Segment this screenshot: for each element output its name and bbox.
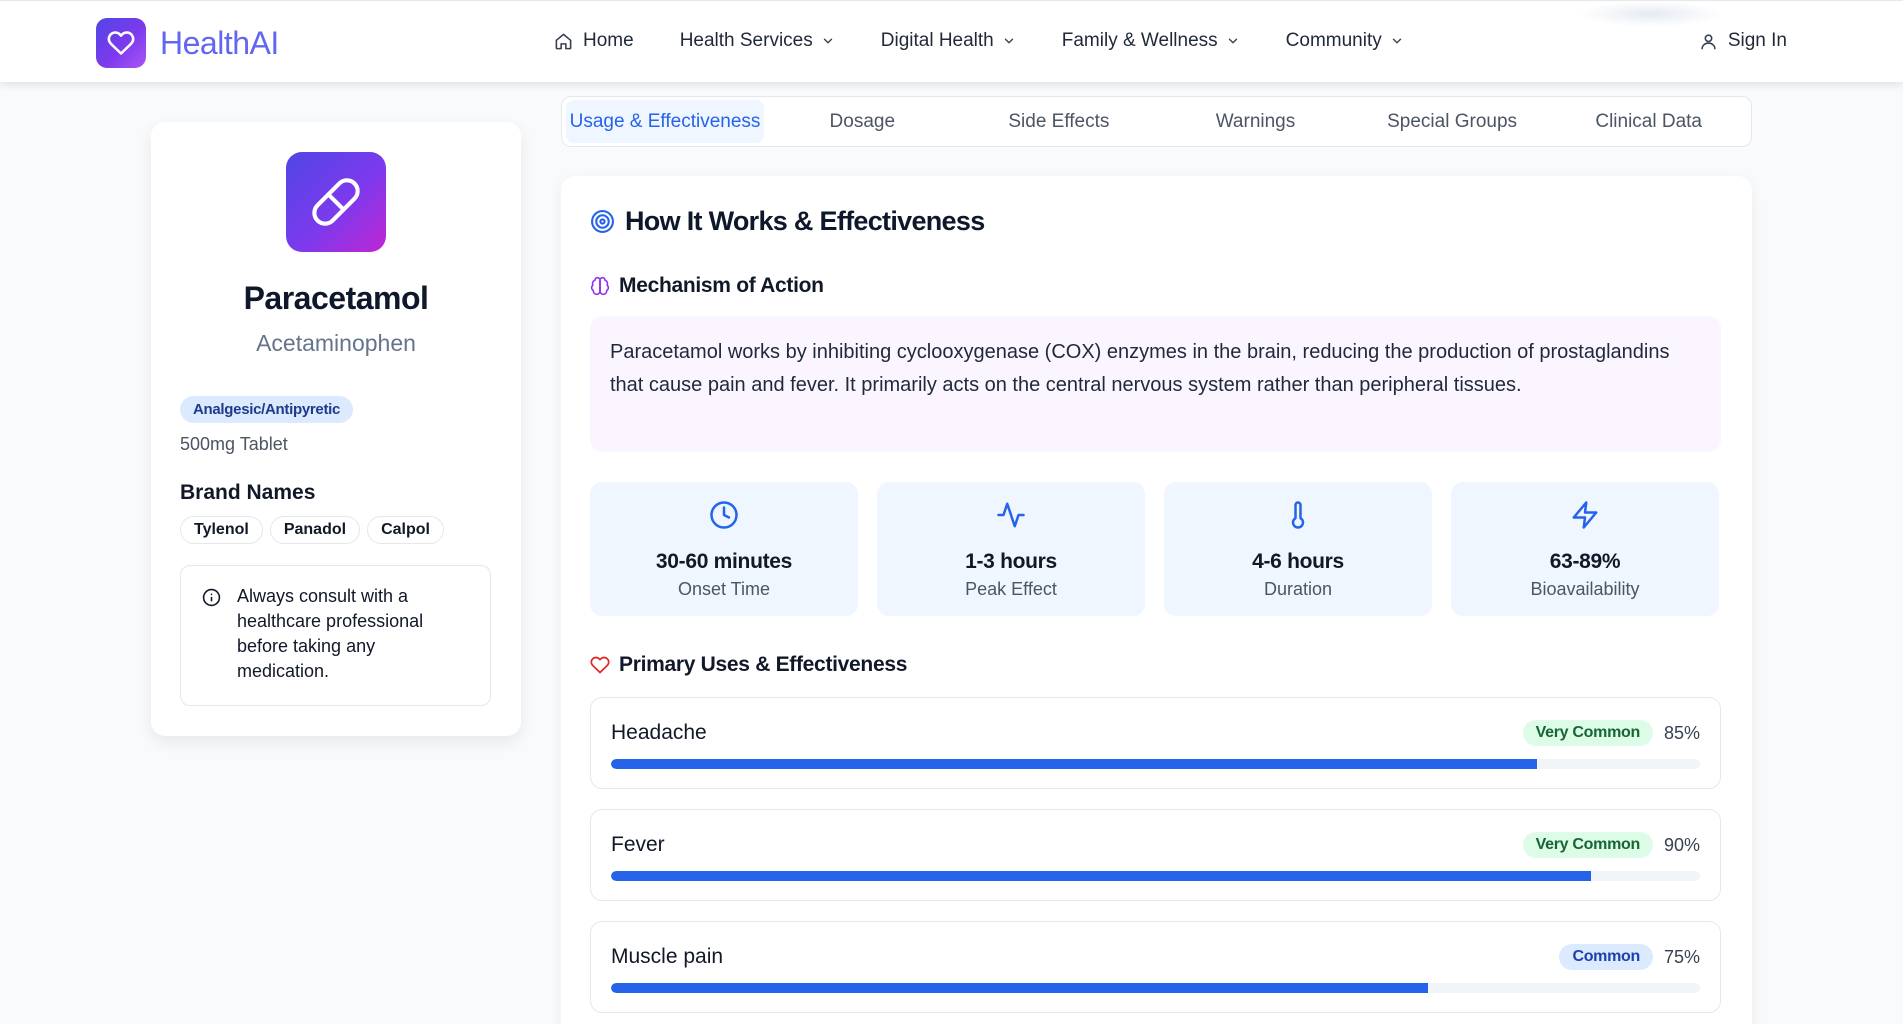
brand-chip-calpol: Calpol [367, 516, 444, 544]
nav-health-services[interactable]: Health Services [680, 30, 835, 52]
primary-uses-heading: Primary Uses & Effectiveness [590, 653, 907, 677]
stat-duration-label: Duration [1263, 579, 1333, 599]
brand-chip-panadol: Panadol [269, 516, 361, 544]
chevron-down-icon [823, 38, 832, 44]
tab-warnings[interactable]: Warnings [1157, 100, 1354, 143]
effectiveness-percent: 85% [1663, 722, 1700, 743]
primary-uses-list: Headache Very Common 85% Fever Very Comm… [590, 697, 1721, 1024]
brand-names-heading: Brand Names [180, 481, 316, 504]
nav-health-services-label: Health Services [679, 30, 813, 51]
consult-notice-text: Always consult with a healthcare profess… [237, 586, 424, 681]
chevron-down-icon [1004, 38, 1013, 44]
top-navigation-bar: HealthAI Home Health Services Digital He… [0, 0, 1903, 82]
effectiveness-bar [611, 983, 1700, 993]
nav-community[interactable]: Community [1286, 30, 1404, 52]
thermometer-icon [1291, 501, 1305, 529]
use-name: Headache [611, 721, 707, 744]
effectiveness-bar-fill [611, 871, 1592, 881]
use-name: Muscle pain [611, 945, 724, 968]
use-item-muscle-pain: Muscle pain Common 75% [590, 921, 1721, 1013]
frequency-badge: Very Common [1522, 720, 1653, 746]
lightning-icon [1572, 501, 1598, 529]
stat-bioavailability-value: 63-89% [1549, 550, 1621, 573]
drug-info-tabs: Usage & Effectiveness Dosage Side Effect… [561, 96, 1752, 147]
effectiveness-bar [611, 871, 1700, 881]
stat-peak-label: Peak Effect [965, 579, 1057, 599]
chevron-down-icon [1392, 38, 1401, 44]
chevron-down-icon [1228, 38, 1237, 44]
activity-icon [997, 502, 1025, 528]
brand-logo-link[interactable]: HealthAI [96, 18, 279, 68]
nav-home[interactable]: Home [554, 30, 634, 52]
clock-icon [710, 501, 738, 529]
nav-digital-health-label: Digital Health [880, 30, 994, 51]
effectiveness-bar-fill [611, 759, 1537, 769]
target-icon [591, 210, 614, 233]
heart-icon [590, 656, 610, 674]
stat-peak-effect: 1-3 hours Peak Effect [877, 482, 1145, 616]
mechanism-heading-text: Mechanism of Action [619, 274, 824, 297]
tab-dosage[interactable]: Dosage [764, 100, 961, 143]
use-meta: Very Common 90% [1522, 832, 1700, 858]
brain-icon [590, 276, 610, 296]
stat-duration: 4-6 hours Duration [1164, 482, 1432, 616]
heart-logo-icon [96, 18, 146, 68]
drug-summary-card: Paracetamol Acetaminophen Analgesic/Anti… [151, 122, 521, 736]
header-decoration [1578, 1, 1724, 27]
use-meta: Common 75% [1559, 944, 1700, 970]
tab-usage-effectiveness[interactable]: Usage & Effectiveness [566, 100, 764, 143]
use-item-fever: Fever Very Common 90% [590, 809, 1721, 901]
nav-home-label: Home [583, 30, 634, 51]
pill-icon [286, 152, 386, 252]
drug-name: Paracetamol [243, 280, 429, 316]
sign-in-label: Sign In [1727, 30, 1787, 51]
user-icon [1701, 33, 1716, 49]
section-heading-text: How It Works & Effectiveness [625, 206, 985, 236]
stat-peak-value: 1-3 hours [965, 550, 1057, 573]
stat-onset-label: Onset Time [677, 579, 771, 599]
drug-generic-name: Acetaminophen [256, 330, 416, 356]
use-item-headache: Headache Very Common 85% [590, 697, 1721, 789]
tab-clinical-data[interactable]: Clinical Data [1550, 100, 1747, 143]
effectiveness-panel: How It Works & Effectiveness Mechanism o… [561, 176, 1752, 1024]
consult-notice: Always consult with a healthcare profess… [180, 565, 491, 706]
brand-name: HealthAI [160, 24, 279, 61]
mechanism-description: Paracetamol works by inhibiting cyclooxy… [590, 316, 1721, 452]
mechanism-heading: Mechanism of Action [590, 274, 824, 298]
nav-family-wellness-label: Family & Wellness [1061, 30, 1218, 51]
use-name: Fever [611, 833, 665, 856]
sign-in-button[interactable]: Sign In [1699, 30, 1787, 52]
primary-uses-heading-text: Primary Uses & Effectiveness [619, 653, 908, 676]
info-icon [202, 588, 221, 607]
effectiveness-percent: 75% [1663, 946, 1700, 967]
section-heading: How It Works & Effectiveness [590, 206, 985, 237]
frequency-badge: Common [1559, 944, 1653, 970]
nav-community-label: Community [1285, 30, 1382, 51]
brand-chip-tylenol: Tylenol [180, 516, 263, 544]
stat-onset-time: 30-60 minutes Onset Time [590, 482, 858, 616]
drug-dosage-form: 500mg Tablet [180, 434, 288, 454]
nav-family-wellness[interactable]: Family & Wellness [1062, 30, 1240, 52]
tab-side-effects[interactable]: Side Effects [961, 100, 1158, 143]
stat-duration-value: 4-6 hours [1252, 550, 1344, 573]
effectiveness-bar [611, 759, 1700, 769]
effectiveness-percent: 90% [1663, 834, 1700, 855]
effectiveness-bar-fill [611, 983, 1428, 993]
stat-onset-value: 30-60 minutes [655, 550, 793, 573]
home-icon [555, 33, 572, 49]
stat-bioavailability-label: Bioavailability [1530, 579, 1640, 599]
frequency-badge: Very Common [1522, 832, 1653, 858]
brand-names-list: Tylenol Panadol Calpol [180, 516, 451, 544]
tab-special-groups[interactable]: Special Groups [1354, 100, 1551, 143]
nav-digital-health[interactable]: Digital Health [881, 30, 1016, 52]
stat-bioavailability: 63-89% Bioavailability [1451, 482, 1719, 616]
pharmacokinetics-stats: 30-60 minutes Onset Time 1-3 hours Peak … [590, 482, 1719, 616]
main-nav: Home Health Services Digital Health Fami… [554, 30, 1450, 52]
drug-class-badge: Analgesic/Antipyretic [180, 396, 354, 423]
use-meta: Very Common 85% [1522, 720, 1700, 746]
